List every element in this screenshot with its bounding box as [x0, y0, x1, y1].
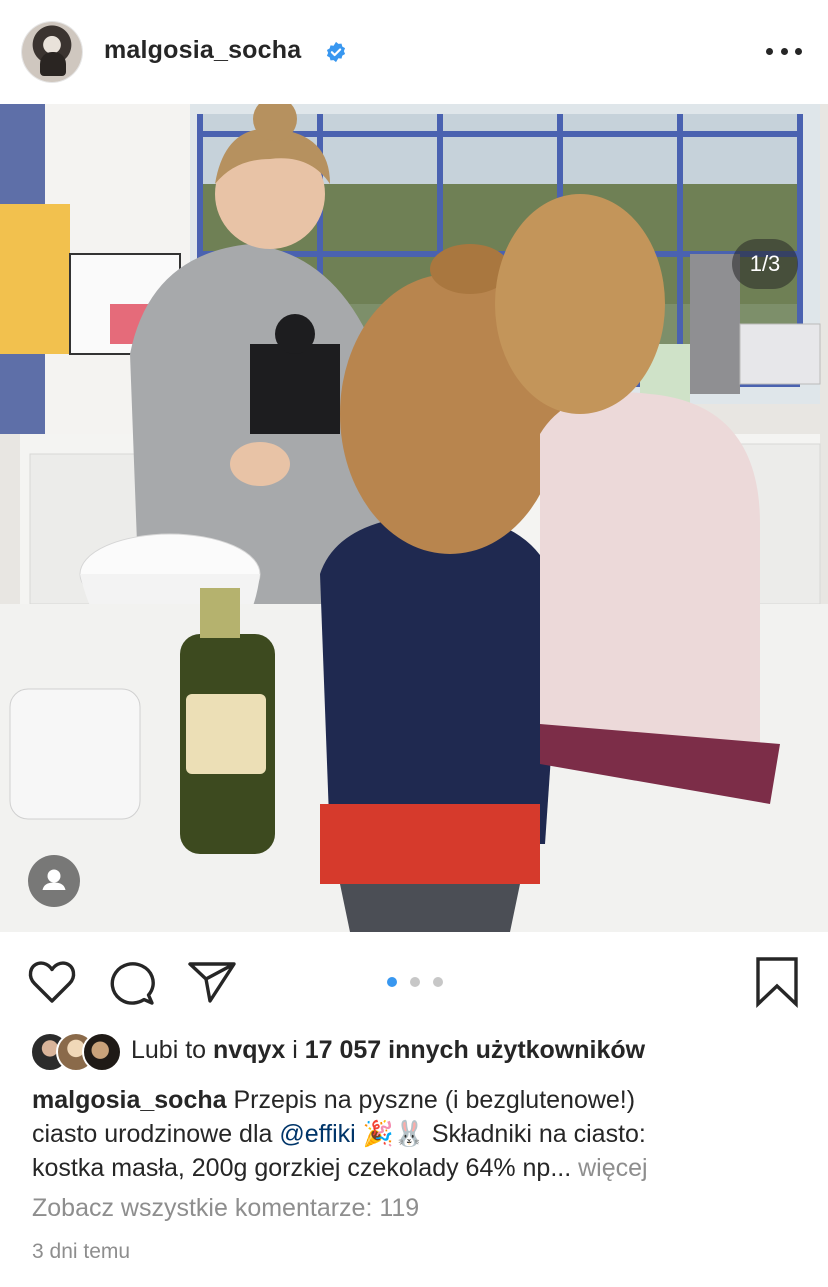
save-bookmark-icon[interactable] — [754, 956, 800, 1008]
view-all-comments-link[interactable]: Zobacz wszystkie komentarze: 119 — [32, 1194, 419, 1223]
like-heart-icon[interactable] — [27, 959, 77, 1005]
liker-username[interactable]: nvqyx — [213, 1036, 285, 1064]
carousel-dot-active — [387, 977, 397, 987]
liker-avatar — [82, 1032, 122, 1072]
carousel-dot — [433, 977, 443, 987]
header-username[interactable]: malgosia_socha — [104, 36, 301, 65]
post-timestamp: 3 dni temu — [32, 1240, 131, 1263]
likes-text: Lubi to nvqyx i 17 057 innych użytkownik… — [131, 1036, 646, 1064]
person-icon — [42, 869, 66, 890]
post-caption: malgosia_socha Przepis na pyszne (i bezg… — [32, 1083, 802, 1185]
profile-avatar[interactable] — [22, 22, 82, 82]
verified-badge-icon — [326, 41, 346, 63]
caption-text: ciasto urodzinowe dla — [32, 1120, 280, 1148]
comment-icon[interactable] — [108, 959, 156, 1007]
caption-more-link[interactable]: więcej — [578, 1154, 647, 1182]
carousel-indicator — [387, 976, 443, 988]
kitchen-photo-illustration — [0, 104, 828, 932]
more-options-icon[interactable] — [766, 48, 802, 56]
caption-mention[interactable]: @effiki — [279, 1120, 355, 1148]
caption-username[interactable]: malgosia_socha — [32, 1086, 227, 1114]
caption-text: Składniki na ciasto: — [431, 1120, 646, 1148]
likes-row[interactable]: Lubi to nvqyx i 17 057 innych użytkownik… — [30, 1028, 810, 1072]
caption-emojis: 🎉🐰 — [355, 1120, 432, 1148]
tagged-users-button[interactable] — [28, 855, 80, 907]
caption-text: kostka masła, 200g gorzkiej czekolady 64… — [32, 1154, 579, 1182]
carousel-dot — [410, 977, 420, 987]
post-header: malgosia_socha — [0, 0, 828, 104]
image-counter-badge: 1/3 — [732, 239, 798, 289]
likes-count[interactable]: 17 057 innych użytkowników — [305, 1036, 645, 1064]
caption-text: Przepis na pyszne (i bezglutenowe!) — [226, 1086, 636, 1114]
post-photo[interactable]: 1/3 — [0, 104, 828, 932]
share-send-icon[interactable] — [186, 959, 238, 1005]
